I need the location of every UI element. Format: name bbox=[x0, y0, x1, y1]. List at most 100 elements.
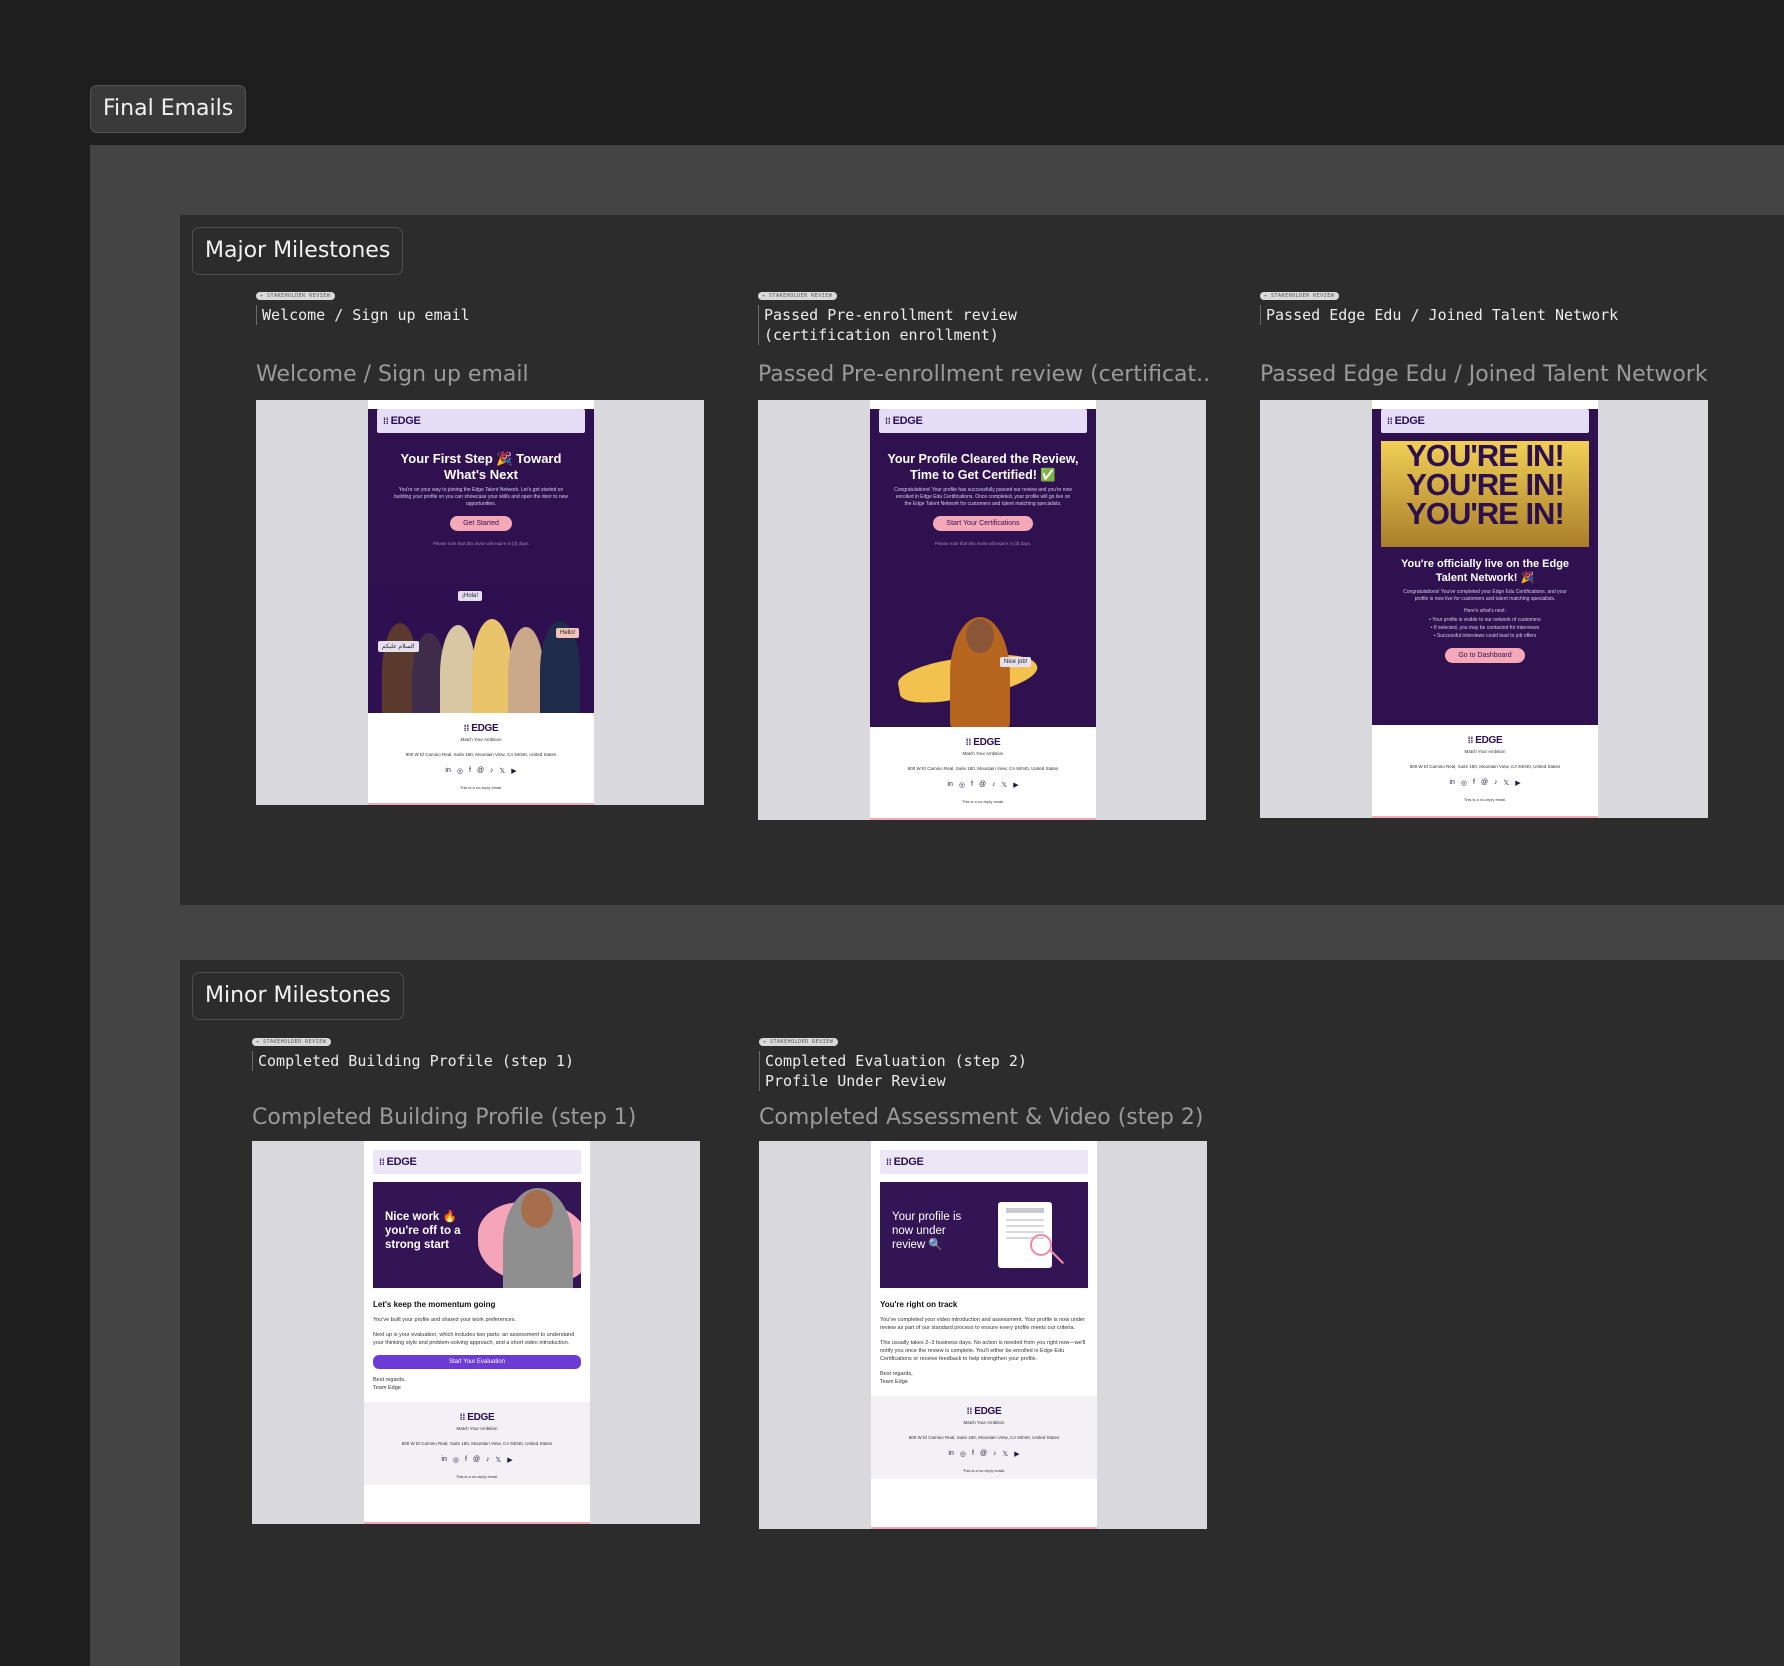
email-preview: EDGE Your First Step 🎉 Toward What's Nex… bbox=[368, 400, 594, 805]
frame-title[interactable]: Completed Assessment & Video (step 2) bbox=[759, 1105, 1203, 1130]
social-icons: in ◎ f @ ♪ 𝕏 ▶ bbox=[364, 1456, 590, 1464]
email-footer: EDGE Match Your Ambition 800 W El Camino… bbox=[871, 1396, 1097, 1479]
start-evaluation-button: Start Your Evaluation bbox=[373, 1355, 581, 1369]
frame-title[interactable]: Completed Building Profile (step 1) bbox=[252, 1105, 636, 1130]
minor-milestones-section[interactable]: Minor Milestones STAKEHOLDER REVIEW Comp… bbox=[180, 960, 1784, 1666]
signoff: Best regards, Team Edge bbox=[373, 1377, 406, 1391]
sticky-text: Completed Building Profile (step 1) bbox=[258, 1052, 575, 1070]
footer-logo: EDGE bbox=[368, 723, 594, 734]
body-paragraph: You've built your profile and shared you… bbox=[373, 1317, 517, 1323]
expiry-note: Please note that this invite will expire… bbox=[432, 541, 530, 546]
email-frame-pre-enrollment[interactable]: EDGE Your Profile Cleared the Review, Ti… bbox=[758, 400, 1206, 820]
footer-tagline: Match Your Ambition bbox=[460, 737, 502, 742]
edge-logo: EDGE bbox=[885, 415, 923, 427]
body-paragraph: This usually takes 2–3 business days. No… bbox=[880, 1340, 1086, 1362]
footer-address: 800 W El Camino Real, Suite 180, Mountai… bbox=[908, 1435, 1060, 1440]
email-header: EDGE bbox=[879, 409, 1087, 433]
noreply-text: This is a no-reply email. bbox=[1463, 797, 1507, 802]
list-item: • If selected, you may be contacted for … bbox=[1430, 625, 1540, 631]
youtube-icon: ▶ bbox=[1013, 782, 1019, 789]
email-hero: EDGE YOU'RE IN! YOU'RE IN! YOU'RE IN! Yo… bbox=[1372, 409, 1598, 725]
banner-text: YOU'RE IN! bbox=[1406, 441, 1565, 473]
speech-bubble: السلام عليكم bbox=[378, 641, 419, 652]
section-label-minor[interactable]: Minor Milestones bbox=[192, 972, 404, 1020]
email-preview: EDGE Nice work 🔥 you're off to a strong … bbox=[364, 1141, 590, 1524]
footer-tagline: Match Your Ambition bbox=[1464, 749, 1506, 754]
instagram-icon: ◎ bbox=[1460, 780, 1467, 787]
banner-text: YOU'RE IN! bbox=[1406, 496, 1565, 531]
email-frame-joined-network[interactable]: EDGE YOU'RE IN! YOU'RE IN! YOU'RE IN! Yo… bbox=[1260, 400, 1708, 818]
youtube-icon: ▶ bbox=[507, 1457, 513, 1464]
stakeholder-review-tag: STAKEHOLDER REVIEW bbox=[758, 292, 838, 300]
start-certifications-button: Start Your Certifications bbox=[933, 516, 1033, 531]
email-body: Congratulations! You've completed your E… bbox=[1403, 589, 1567, 602]
linkedin-icon: in bbox=[948, 1450, 954, 1457]
facebook-icon: f bbox=[971, 1450, 974, 1457]
instagram-icon: ◎ bbox=[958, 782, 965, 789]
woman-photo: Nice job! bbox=[870, 607, 1096, 727]
stakeholder-review-tag: STAKEHOLDER REVIEW bbox=[759, 1038, 839, 1046]
design-canvas: Final Emails Major Milestones STAKEHOLDE… bbox=[0, 0, 1784, 1666]
email-header: EDGE bbox=[880, 1150, 1088, 1174]
footer-address: 800 W El Camino Real, Suite 180, Mountai… bbox=[405, 752, 557, 757]
threads-icon: @ bbox=[472, 1456, 481, 1463]
speech-bubble: ¡Hola! bbox=[458, 591, 483, 601]
email-preview: EDGE YOU'RE IN! YOU'RE IN! YOU'RE IN! Yo… bbox=[1372, 400, 1598, 818]
social-icons: in ◎ f @ ♪ 𝕏 ▶ bbox=[870, 781, 1096, 789]
noreply-text: This is a no-reply email. bbox=[961, 799, 1005, 804]
banner-text: YOU'RE IN! bbox=[1406, 467, 1565, 502]
speech-bubble: Nice job! bbox=[1000, 657, 1032, 667]
sticky-note[interactable]: STAKEHOLDER REVIEW Completed Evaluation … bbox=[759, 1030, 1199, 1091]
list-item: • Successful interviews could lead to jo… bbox=[1433, 633, 1537, 639]
threads-icon: @ bbox=[979, 1450, 988, 1457]
frame-title[interactable]: Passed Edge Edu / Joined Talent Network bbox=[1260, 362, 1708, 387]
signoff: Best regards, Team Edge bbox=[880, 1371, 913, 1385]
magnifier-icon bbox=[1030, 1234, 1052, 1256]
tiktok-icon: ♪ bbox=[486, 1456, 490, 1463]
sticky-note[interactable]: STAKEHOLDER REVIEW Passed Edge Edu / Joi… bbox=[1260, 284, 1700, 325]
edge-logo: EDGE bbox=[383, 415, 421, 427]
group-photo: ¡Hola! Hello! السلام عليكم bbox=[368, 583, 594, 713]
instagram-icon: ◎ bbox=[452, 1457, 459, 1464]
email-footer: EDGE Match Your Ambition 800 W El Camino… bbox=[870, 727, 1096, 810]
sticky-note[interactable]: STAKEHOLDER REVIEW Welcome / Sign up ema… bbox=[256, 284, 696, 325]
email-footer: EDGE Match Your Ambition 800 W El Camino… bbox=[364, 1402, 590, 1485]
frame-label-final-emails[interactable]: Final Emails bbox=[90, 85, 247, 133]
stakeholder-review-tag: STAKEHOLDER REVIEW bbox=[252, 1038, 332, 1046]
frame-title[interactable]: Passed Pre-enrollment review (certificat… bbox=[758, 362, 1208, 387]
footer-tagline: Match Your Ambition bbox=[456, 1426, 498, 1431]
sticky-text: Welcome / Sign up email bbox=[262, 306, 470, 324]
footer-logo: EDGE bbox=[364, 1412, 590, 1423]
sticky-note[interactable]: STAKEHOLDER REVIEW Completed Building Pr… bbox=[252, 1030, 692, 1071]
email-heading: Your Profile Cleared the Review, Time to… bbox=[887, 452, 1079, 482]
email-preview: EDGE Your profile is now under review 🔍 bbox=[871, 1141, 1097, 1529]
youtube-icon: ▶ bbox=[511, 768, 517, 775]
threads-icon: @ bbox=[476, 767, 485, 774]
email-hero: EDGE Your First Step 🎉 Toward What's Nex… bbox=[368, 409, 594, 713]
hero-text: Your profile is now under review 🔍 bbox=[892, 1211, 962, 1251]
email-heading: Let's keep the momentum going bbox=[373, 1300, 496, 1309]
social-icons: in ◎ f @ ♪ 𝕏 ▶ bbox=[871, 1450, 1097, 1458]
email-frame-under-review[interactable]: EDGE Your profile is now under review 🔍 bbox=[759, 1141, 1207, 1529]
social-icons: in ◎ f @ ♪ 𝕏 ▶ bbox=[368, 767, 594, 775]
footer-address: 800 W El Camino Real, Suite 180, Mountai… bbox=[401, 1441, 553, 1446]
section-label-major[interactable]: Major Milestones bbox=[192, 227, 404, 275]
x-icon: 𝕏 bbox=[1002, 1451, 1009, 1458]
email-header: EDGE bbox=[373, 1150, 581, 1174]
x-icon: 𝕏 bbox=[1503, 780, 1510, 787]
email-frame-welcome[interactable]: EDGE Your First Step 🎉 Toward What's Nex… bbox=[256, 400, 704, 805]
major-milestones-section[interactable]: Major Milestones STAKEHOLDER REVIEW Welc… bbox=[180, 215, 1784, 905]
linkedin-icon: in bbox=[441, 1456, 447, 1463]
footer-logo: EDGE bbox=[871, 1406, 1097, 1417]
email-footer: EDGE Match Your Ambition 800 W El Camino… bbox=[1372, 725, 1598, 808]
sticky-text: Passed Pre-enrollment review (certificat… bbox=[764, 306, 1017, 344]
email-frame-building-profile[interactable]: EDGE Nice work 🔥 you're off to a strong … bbox=[252, 1141, 700, 1524]
stakeholder-review-tag: STAKEHOLDER REVIEW bbox=[1260, 292, 1340, 300]
sticky-note[interactable]: STAKEHOLDER REVIEW Passed Pre-enrollment… bbox=[758, 284, 1198, 345]
email-header: EDGE bbox=[377, 409, 585, 433]
instagram-icon: ◎ bbox=[456, 768, 463, 775]
noreply-text: This is a no-reply email. bbox=[962, 1468, 1006, 1473]
tiktok-icon: ♪ bbox=[490, 767, 494, 774]
noreply-text: This is a no-reply email. bbox=[455, 1474, 499, 1479]
frame-title[interactable]: Welcome / Sign up email bbox=[256, 362, 529, 387]
